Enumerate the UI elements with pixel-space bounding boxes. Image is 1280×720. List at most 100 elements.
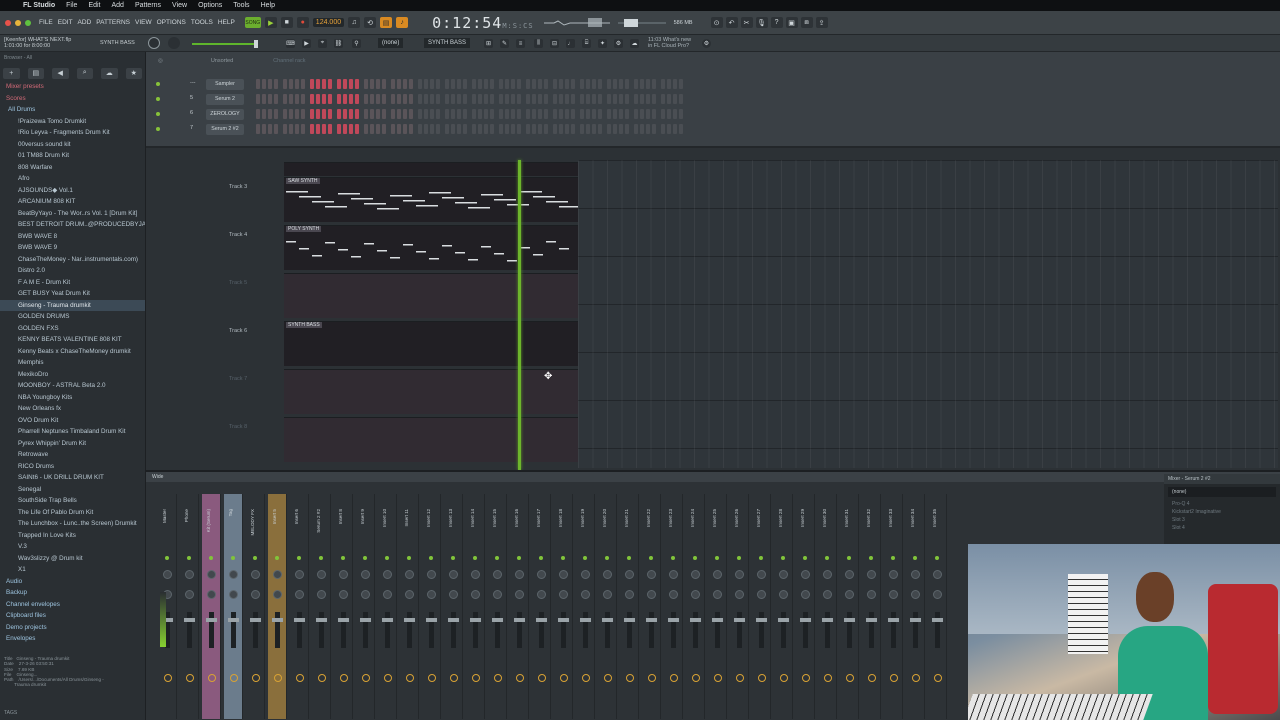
step-button[interactable] — [484, 94, 488, 104]
mixer-pan-knob[interactable] — [493, 570, 502, 579]
browser-item[interactable]: The Life Of Pablo Drum Kit — [0, 507, 145, 519]
mixer-send-button[interactable] — [318, 674, 326, 682]
mixer-pan-knob[interactable] — [251, 570, 260, 579]
step-button[interactable] — [424, 79, 428, 89]
step-button[interactable] — [436, 94, 440, 104]
add-pattern-icon[interactable]: ⊞ — [484, 39, 493, 48]
step-button[interactable] — [538, 109, 542, 119]
step-button[interactable] — [301, 94, 305, 104]
mixer-fader-handle[interactable] — [360, 618, 371, 622]
step-button[interactable] — [382, 94, 386, 104]
mixer-pan-knob[interactable] — [537, 570, 546, 579]
mixer-pan-knob[interactable] — [757, 570, 766, 579]
mixer-volume-fader[interactable] — [580, 612, 591, 648]
master-volume-knob-icon[interactable] — [168, 37, 180, 49]
mixer-volume-fader[interactable] — [646, 612, 657, 648]
mixer-fader-handle[interactable] — [404, 618, 415, 622]
step-button[interactable] — [268, 94, 272, 104]
mixer-stereo-knob[interactable] — [757, 590, 766, 599]
mixer-stereo-knob[interactable] — [295, 590, 304, 599]
step-button[interactable] — [472, 79, 476, 89]
step-button[interactable] — [538, 79, 542, 89]
mixer-pan-knob[interactable] — [427, 570, 436, 579]
mixer-fader-handle[interactable] — [470, 618, 481, 622]
mixer-strip[interactable]: Insert 15 — [488, 494, 507, 719]
step-button[interactable] — [607, 124, 611, 134]
mixer-preset-select[interactable]: (none) — [1168, 487, 1276, 497]
step-button[interactable] — [559, 109, 563, 119]
step-button[interactable] — [256, 94, 260, 104]
mixer-mute-led[interactable] — [781, 556, 785, 560]
channel-row[interactable]: --- Sampler — [146, 78, 1280, 92]
mixer-mute-led[interactable] — [693, 556, 697, 560]
mixer-volume-fader[interactable] — [404, 612, 415, 648]
mixer-stereo-knob[interactable] — [405, 590, 414, 599]
step-button[interactable] — [646, 79, 650, 89]
mixer-send-button[interactable] — [494, 674, 502, 682]
step-button[interactable] — [505, 94, 509, 104]
step-button[interactable] — [397, 94, 401, 104]
mixer-volume-fader[interactable] — [844, 612, 855, 648]
mixer-pan-knob[interactable] — [207, 570, 216, 579]
master-volume-slider[interactable] — [192, 40, 258, 48]
mixer-send-button[interactable] — [340, 674, 348, 682]
play-button[interactable]: ▶ — [264, 17, 277, 28]
step-button[interactable] — [436, 124, 440, 134]
step-button[interactable] — [391, 79, 395, 89]
browser-top-item[interactable]: Scores — [0, 93, 145, 105]
mixer-fader-handle[interactable] — [514, 618, 525, 622]
step-button[interactable] — [472, 94, 476, 104]
mixer-fader-handle[interactable] — [448, 618, 459, 622]
mixer-pan-knob[interactable] — [823, 570, 832, 579]
step-button[interactable] — [679, 109, 683, 119]
mixer-stereo-knob[interactable] — [823, 590, 832, 599]
step-button[interactable] — [436, 79, 440, 89]
mixer-strip[interactable]: Insert 10 — [378, 494, 397, 719]
mixer-send-button[interactable] — [758, 674, 766, 682]
mixer-mute-led[interactable] — [451, 556, 455, 560]
step-button[interactable] — [592, 79, 596, 89]
step-button[interactable] — [559, 124, 563, 134]
step-button[interactable] — [355, 124, 359, 134]
mixer-stereo-knob[interactable] — [911, 590, 920, 599]
track-header[interactable]: Track 7 — [224, 368, 280, 415]
mixer-pan-knob[interactable] — [691, 570, 700, 579]
mixer-fader-handle[interactable] — [206, 618, 217, 622]
mixer-send-button[interactable] — [186, 674, 194, 682]
browser-item[interactable]: NBA Youngboy Kits — [0, 392, 145, 404]
mixer-pan-knob[interactable] — [471, 570, 480, 579]
step-button[interactable] — [526, 94, 530, 104]
mixer-volume-fader[interactable] — [470, 612, 481, 648]
step-button[interactable] — [409, 124, 413, 134]
step-button[interactable] — [478, 79, 482, 89]
mixer-fader-handle[interactable] — [228, 618, 239, 622]
step-button[interactable] — [565, 94, 569, 104]
step-button[interactable] — [376, 109, 380, 119]
mixer-pan-knob[interactable] — [383, 570, 392, 579]
step-button[interactable] — [679, 79, 683, 89]
step-button[interactable] — [376, 79, 380, 89]
master-pitch-slider[interactable] — [617, 16, 666, 30]
mixer-mute-led[interactable] — [165, 556, 169, 560]
step-button[interactable] — [403, 79, 407, 89]
step-button[interactable] — [274, 124, 278, 134]
mixer-stereo-knob[interactable] — [185, 590, 194, 599]
channel-mute-led[interactable] — [156, 82, 160, 86]
browser-item[interactable]: ARCANIUM 808 KIT — [0, 196, 145, 208]
track-header[interactable]: Track 8 — [224, 416, 280, 463]
step-button[interactable] — [343, 79, 347, 89]
step-button[interactable] — [370, 94, 374, 104]
mixer-strip[interactable]: Insert 26 — [730, 494, 749, 719]
pattern-clip[interactable]: POLY SYNTH — [284, 225, 578, 270]
browser-add-icon[interactable]: + — [3, 67, 20, 79]
browser-section[interactable]: Clipboard files — [0, 610, 145, 622]
step-button[interactable] — [262, 124, 266, 134]
mixer-strip[interactable]: Insert 31 — [840, 494, 859, 719]
browser-section[interactable]: Audio — [0, 576, 145, 588]
step-button[interactable] — [391, 124, 395, 134]
step-button[interactable] — [484, 79, 488, 89]
step-button[interactable] — [484, 124, 488, 134]
step-button[interactable] — [505, 79, 509, 89]
fl-menu-edit[interactable]: EDIT — [58, 19, 73, 26]
mixer-strip[interactable]: Insert 9 — [356, 494, 375, 719]
